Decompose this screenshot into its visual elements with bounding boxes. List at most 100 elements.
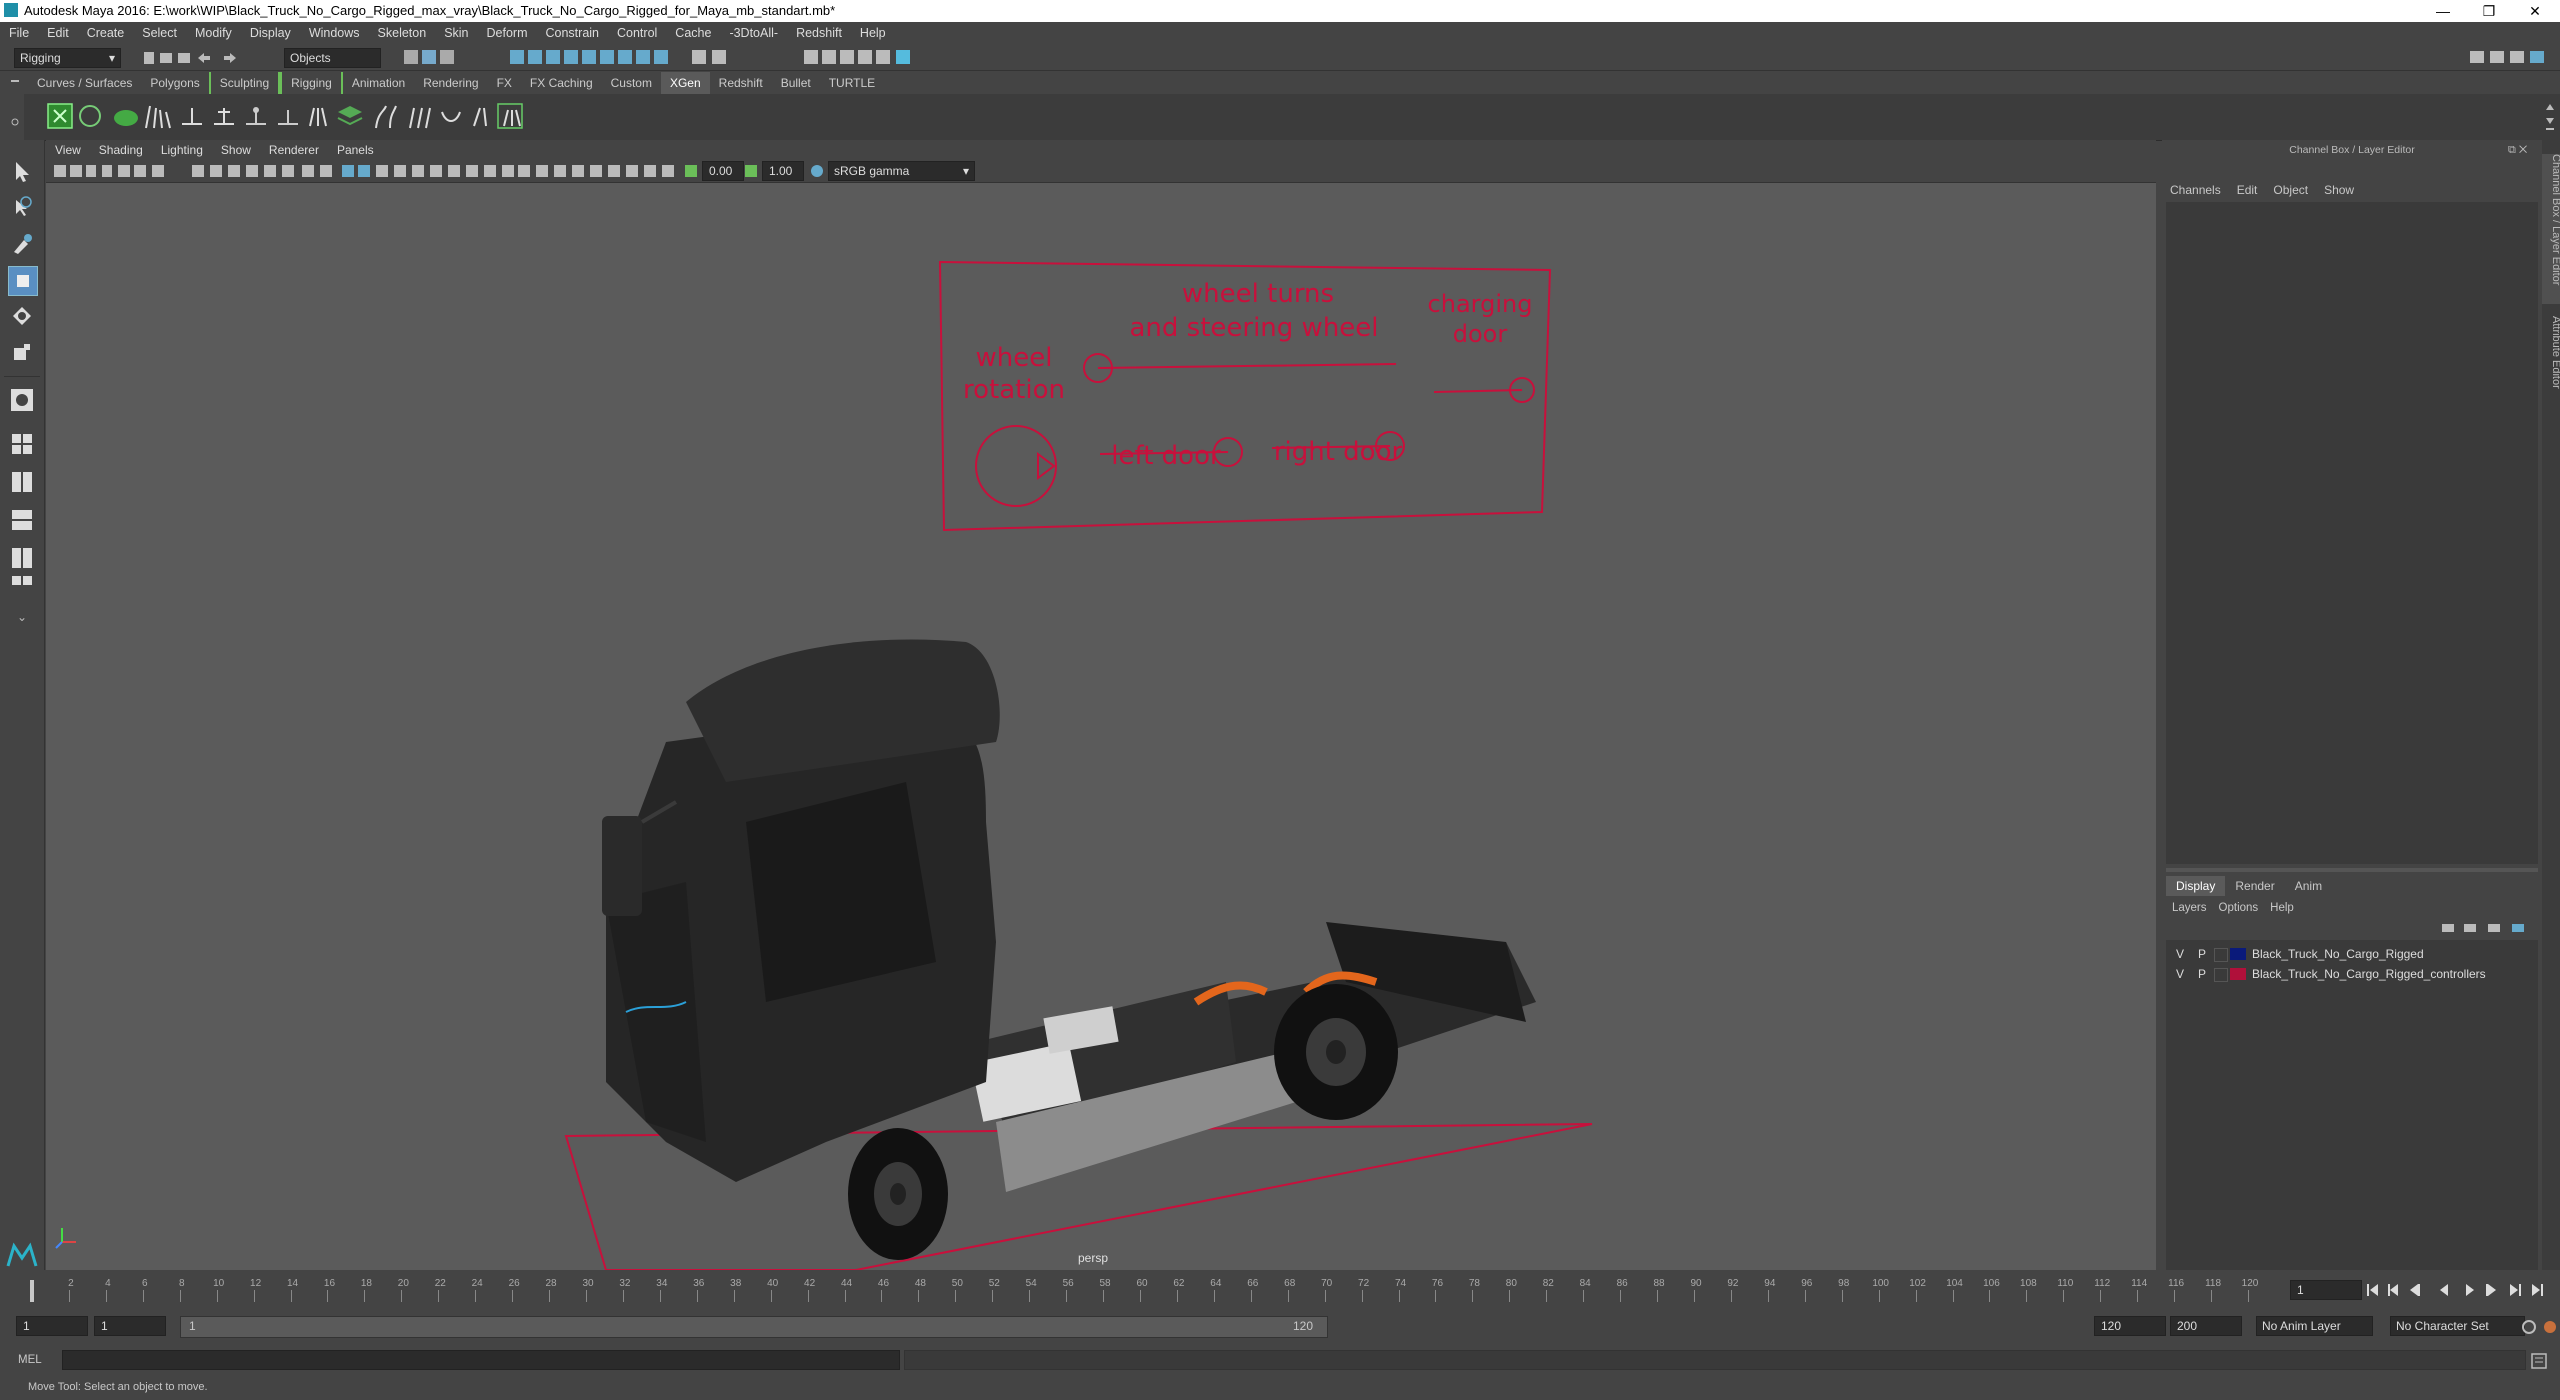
tab-animation[interactable]: Animation <box>343 72 414 94</box>
vp-menu-renderer[interactable]: Renderer <box>260 140 328 160</box>
tab-rigging[interactable]: Rigging <box>280 72 343 94</box>
snap-toolbar[interactable] <box>400 48 940 66</box>
layer-type-toggle[interactable] <box>2214 968 2228 982</box>
anim-layer-dropdown[interactable]: No Anim Layer <box>2256 1316 2373 1336</box>
select-tool-icon[interactable] <box>8 158 36 186</box>
cb-menu-edit[interactable]: Edit <box>2229 180 2266 200</box>
toolbox-more-icon[interactable]: ⌄ <box>8 610 36 624</box>
range-slider[interactable]: 1 120 <box>180 1316 1328 1338</box>
le-menu-help[interactable]: Help <box>2264 898 2300 918</box>
layer-type-toggle[interactable] <box>2214 948 2228 962</box>
layer-playback-toggle[interactable]: P <box>2198 944 2206 964</box>
exposure-field[interactable]: 0.00 <box>702 161 744 181</box>
menu-modify[interactable]: Modify <box>186 22 241 44</box>
tab-sculpting[interactable]: Sculpting <box>208 72 281 94</box>
side-tab-channel-box[interactable]: Channel Box / Layer Editor <box>2542 154 2560 304</box>
current-frame-field[interactable]: 1 <box>2290 1280 2362 1300</box>
menu-constrain[interactable]: Constrain <box>537 22 609 44</box>
menu-file[interactable]: File <box>0 22 38 44</box>
tab-curves-surfaces[interactable]: Curves / Surfaces <box>28 72 141 94</box>
vp-menu-view[interactable]: View <box>46 140 90 160</box>
layer-visibility-toggle[interactable]: V <box>2176 964 2184 984</box>
side-tab-attribute-editor[interactable]: Attribute Editor <box>2542 316 2560 426</box>
le-menu-options[interactable]: Options <box>2213 898 2265 918</box>
gamma-field[interactable]: 1.00 <box>762 161 804 181</box>
rig-control-panel[interactable]: wheel rotation wheel turns and steering … <box>938 260 1552 532</box>
vp-menu-shading[interactable]: Shading <box>90 140 152 160</box>
tab-xgen[interactable]: XGen <box>660 72 710 94</box>
layer-visibility-toggle[interactable]: V <box>2176 944 2184 964</box>
layer-color-swatch[interactable] <box>2230 948 2246 960</box>
scale-tool-icon[interactable] <box>8 338 36 366</box>
tab-rendering[interactable]: Rendering <box>414 72 487 94</box>
character-set-dropdown[interactable]: No Character Set <box>2390 1316 2525 1336</box>
animation-end-field[interactable]: 200 <box>2170 1316 2242 1336</box>
vp-menu-panels[interactable]: Panels <box>328 140 383 160</box>
cb-menu-object[interactable]: Object <box>2265 180 2316 200</box>
tab-polygons[interactable]: Polygons <box>141 72 208 94</box>
auto-key-prefs-icons[interactable] <box>2520 1318 2560 1336</box>
playback-end-field[interactable]: 120 <box>2094 1316 2166 1336</box>
layer-playback-toggle[interactable]: P <box>2198 964 2206 984</box>
paint-select-tool-icon[interactable] <box>8 230 36 258</box>
animation-start-field[interactable]: 1 <box>16 1316 88 1336</box>
cb-menu-show[interactable]: Show <box>2316 180 2362 200</box>
shelf-scroll-arrows[interactable] <box>2544 100 2556 134</box>
menu-skeleton[interactable]: Skeleton <box>369 22 436 44</box>
panel-toolbar-icons[interactable] <box>52 163 682 179</box>
selection-mode-dropdown[interactable]: Objects <box>284 48 381 68</box>
tab-render[interactable]: Render <box>2225 876 2284 896</box>
menu-create[interactable]: Create <box>78 22 134 44</box>
layout-shortcut-icons[interactable] <box>8 432 36 592</box>
script-editor-icon[interactable] <box>2530 1352 2550 1370</box>
tab-custom[interactable]: Custom <box>602 72 661 94</box>
menu-skin[interactable]: Skin <box>435 22 477 44</box>
cb-menu-channels[interactable]: Channels <box>2162 180 2229 200</box>
tab-fx[interactable]: FX <box>488 72 521 94</box>
command-language-label[interactable]: MEL <box>18 1350 58 1370</box>
vp-menu-show[interactable]: Show <box>212 140 260 160</box>
lasso-tool-icon[interactable] <box>8 194 36 222</box>
playback-start-field[interactable]: 1 <box>94 1316 166 1336</box>
tab-bullet[interactable]: Bullet <box>772 72 820 94</box>
tab-anim[interactable]: Anim <box>2285 876 2332 896</box>
truck-model[interactable] <box>602 639 1536 1261</box>
vp-menu-lighting[interactable]: Lighting <box>152 140 212 160</box>
command-input[interactable] <box>62 1350 900 1370</box>
workspace-layout-icons[interactable] <box>2466 48 2556 66</box>
layer-row[interactable]: V P Black_Truck_No_Cargo_Rigged <box>2172 944 2542 964</box>
rotate-tool-icon[interactable] <box>8 302 36 330</box>
tab-redshift[interactable]: Redshift <box>710 72 772 94</box>
move-tool-icon[interactable] <box>8 266 38 296</box>
panel-float-close-icons[interactable]: ⧉ ✕ <box>2508 144 2538 158</box>
menu-edit[interactable]: Edit <box>38 22 78 44</box>
view-transform-dropdown[interactable]: sRGB gamma ▾ <box>828 161 975 181</box>
current-time-marker[interactable] <box>30 1280 34 1302</box>
layer-color-swatch[interactable] <box>2230 968 2246 980</box>
menu-cache[interactable]: Cache <box>666 22 720 44</box>
menu-display[interactable]: Display <box>241 22 300 44</box>
time-ruler[interactable]: 2 4 6 8 10 12 14 16 18 20 22 24 26 28 30 32 34 36 38 40 42 44… <box>28 1278 2264 1302</box>
show-manipulator-icon[interactable] <box>8 386 36 414</box>
menu-3dtoall[interactable]: -3DtoAll- <box>720 22 787 44</box>
menu-help[interactable]: Help <box>851 22 895 44</box>
shelf-menu-icon[interactable] <box>8 70 22 140</box>
restore-button[interactable]: ❐ <box>2466 0 2512 22</box>
menu-redshift[interactable]: Redshift <box>787 22 851 44</box>
time-slider[interactable]: 2 4 6 8 10 12 14 16 18 20 22 24 26 28 30 32 34 36 38 40 42 44… <box>0 1272 2560 1308</box>
menu-select[interactable]: Select <box>133 22 186 44</box>
channel-list-area[interactable] <box>2166 202 2538 864</box>
playback-controls[interactable] <box>2364 1280 2554 1300</box>
menu-deform[interactable]: Deform <box>478 22 537 44</box>
menu-windows[interactable]: Windows <box>300 22 369 44</box>
viewport-canvas[interactable]: wheel rotation wheel turns and steering … <box>46 182 2156 1271</box>
wheel-rotation-controller[interactable] <box>975 425 1057 507</box>
menuset-dropdown[interactable]: Rigging ▾ <box>14 48 121 68</box>
le-menu-layers[interactable]: Layers <box>2166 898 2213 918</box>
close-button[interactable]: ✕ <box>2512 0 2558 22</box>
panel-splitter[interactable] <box>2166 868 2538 872</box>
tab-display[interactable]: Display <box>2166 876 2226 896</box>
minimize-button[interactable]: — <box>2420 0 2466 22</box>
xgen-shelf-icons[interactable] <box>46 102 566 132</box>
tab-turtle[interactable]: TURTLE <box>820 72 884 94</box>
